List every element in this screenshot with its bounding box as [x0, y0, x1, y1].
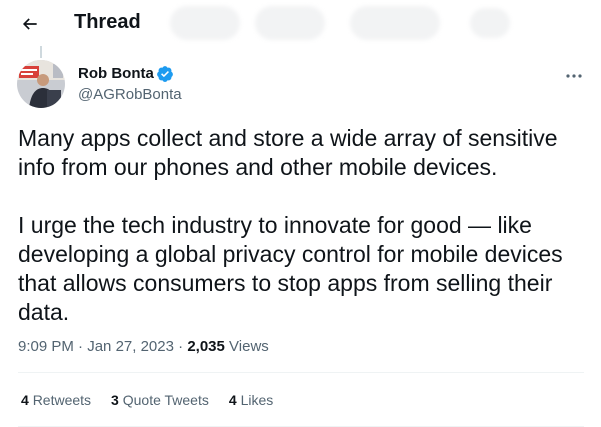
meta-separator: ·	[178, 338, 184, 355]
retweets-stat-link[interactable]: 4 Retweets	[21, 392, 91, 408]
header-blurred-background	[170, 6, 240, 40]
author-name[interactable]: Rob Bonta	[78, 65, 154, 82]
divider	[18, 372, 584, 373]
retweets-count: 4	[21, 392, 29, 408]
tweet-metadata: 9:09 PM · Jan 27, 2023 · 2,035 Views	[18, 338, 269, 355]
header-blurred-background	[255, 6, 325, 40]
quote-tweets-label: Quote Tweets	[122, 392, 209, 408]
views-count: 2,035	[187, 338, 225, 355]
avatar-photo	[17, 60, 65, 108]
engagement-stats: 4 Retweets 3 Quote Tweets 4 Likes	[21, 392, 273, 408]
header-blurred-background	[470, 8, 510, 38]
tweet-time: 9:09 PM	[18, 338, 74, 355]
more-options-button[interactable]	[560, 62, 588, 90]
author-handle[interactable]: @AGRobBonta	[78, 86, 182, 103]
tweet-timestamp-link[interactable]: 9:09 PM · Jan 27, 2023	[18, 338, 174, 355]
more-horizontal-icon	[566, 74, 582, 78]
tweet-date: Jan 27, 2023	[87, 338, 174, 355]
thread-header: Thread	[0, 0, 601, 48]
likes-count: 4	[228, 392, 237, 408]
page-title: Thread	[74, 11, 141, 33]
quote-tweets-count: 3	[111, 392, 119, 408]
views-label: Views	[229, 338, 269, 355]
tweet-text: Many apps collect and store a wide array…	[18, 125, 563, 325]
quote-tweets-stat-link[interactable]: 3 Quote Tweets	[111, 392, 209, 408]
likes-label: Likes	[240, 392, 274, 408]
meta-separator: ·	[78, 338, 84, 355]
retweets-label: Retweets	[32, 392, 92, 408]
arrow-left-icon	[22, 18, 37, 30]
likes-stat-link[interactable]: 4 Likes	[229, 392, 273, 408]
thread-connector-line	[40, 46, 42, 58]
back-button[interactable]	[14, 8, 46, 40]
header-blurred-background	[350, 6, 440, 40]
avatar[interactable]	[17, 60, 65, 108]
verified-badge-icon	[157, 66, 173, 82]
